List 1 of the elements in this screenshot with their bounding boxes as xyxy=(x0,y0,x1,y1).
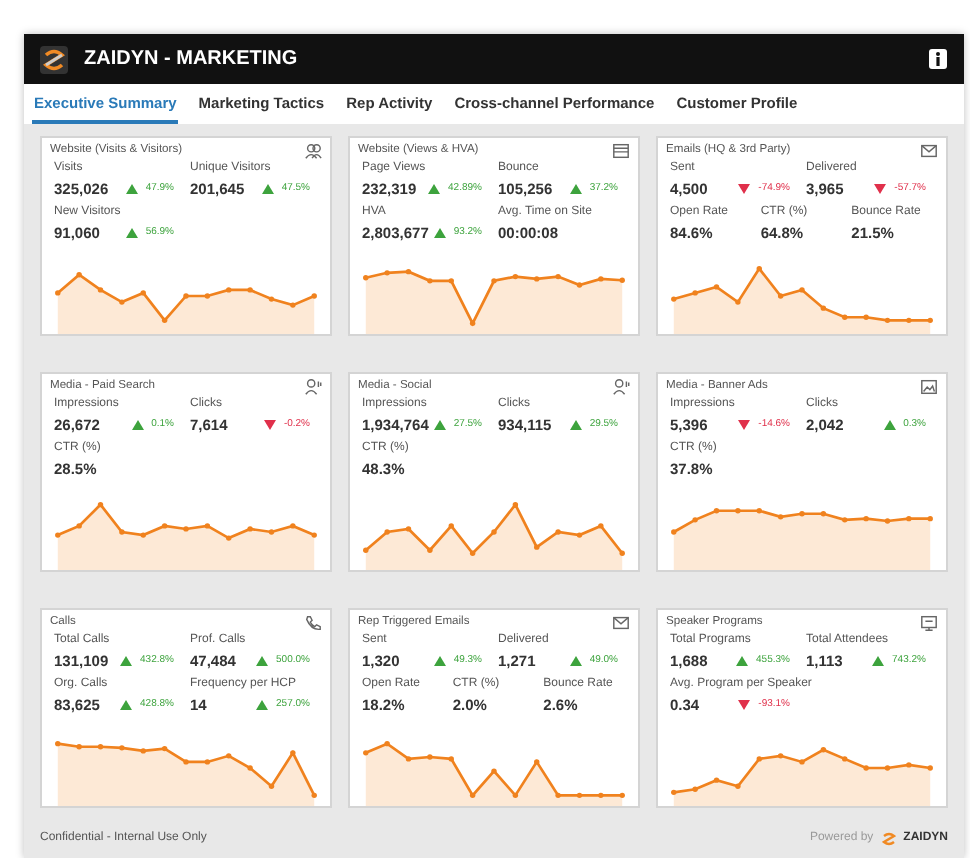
app-title: ZAIDYN - MARKETING xyxy=(84,46,298,74)
